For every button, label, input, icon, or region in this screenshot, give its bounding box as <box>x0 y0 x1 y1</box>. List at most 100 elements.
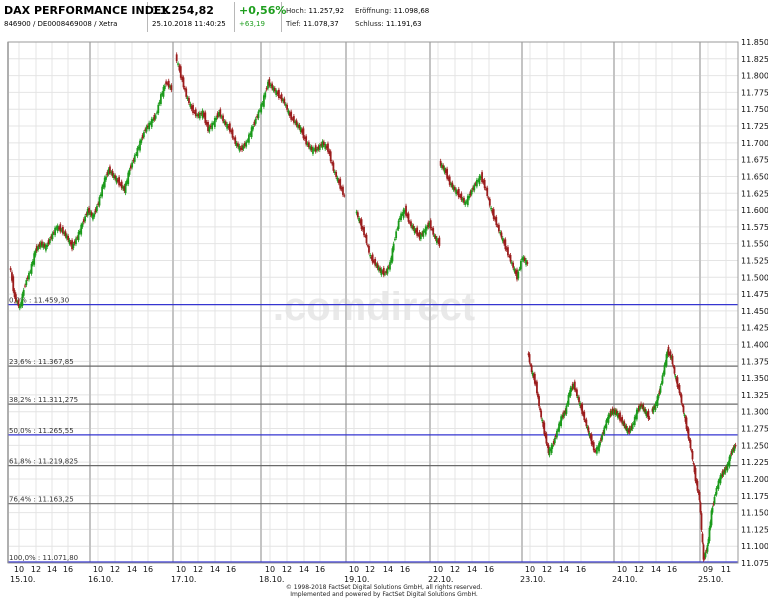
candle-body <box>573 381 576 390</box>
x-hour-label: 16 <box>226 565 236 574</box>
schluss-value: 11.191,63 <box>386 20 422 28</box>
candle-body <box>578 397 580 403</box>
candle-body <box>312 147 314 154</box>
tief-label: Tief: <box>286 20 301 28</box>
candle-body <box>639 406 641 410</box>
x-hour-label: 12 <box>193 565 203 574</box>
candle-body <box>631 424 634 430</box>
candle-body <box>277 89 280 98</box>
stats-cell: Hoch: 11.257,92 Eröffnung: 11.098,68 Tie… <box>282 2 472 32</box>
x-hour-label: 12 <box>542 565 552 574</box>
instrument-ids: 846900 / DE0008469008 / Xetra <box>4 20 118 28</box>
candle-body <box>302 128 305 139</box>
candle-body <box>81 223 84 227</box>
candle-body <box>22 289 25 296</box>
candle-body <box>163 85 166 90</box>
candle-body <box>592 442 595 451</box>
candle-body <box>248 134 250 143</box>
watermark: .comdirect <box>273 285 475 329</box>
y-tick-label: 11.500 <box>741 273 768 282</box>
x-hour-label: 12 <box>450 565 460 574</box>
candle-body <box>558 423 560 432</box>
candle-body <box>34 250 37 256</box>
candle-body <box>48 238 51 244</box>
candle-body <box>72 243 75 249</box>
candle-body <box>701 533 704 543</box>
candle-body <box>395 231 398 239</box>
y-tick-label: 11.150 <box>741 509 768 518</box>
candle-body <box>581 404 584 414</box>
instrument-header: DAX PERFORMANCE INDEX 846900 / DE0008469… <box>0 0 768 34</box>
candle-body <box>28 272 30 280</box>
candle-body <box>517 271 520 279</box>
x-hour-label: 10 <box>176 565 186 574</box>
x-hour-label: 10 <box>93 565 103 574</box>
candle-body <box>228 123 231 132</box>
instrument-name-cell: DAX PERFORMANCE INDEX 846900 / DE0008469… <box>2 2 170 32</box>
x-hour-label: 12 <box>282 565 292 574</box>
x-hour-label: 10 <box>265 565 275 574</box>
candle-body <box>536 381 538 394</box>
candle-body <box>512 262 515 268</box>
x-day-label: 19.10. <box>344 575 369 584</box>
candle-body <box>601 434 604 440</box>
candle-body <box>363 227 365 236</box>
candle-body <box>342 186 344 195</box>
y-tick-label: 11.550 <box>741 240 768 249</box>
candle-body <box>133 155 136 162</box>
candle-body <box>699 502 702 513</box>
candle-body <box>468 195 471 199</box>
x-hour-label: 11 <box>721 565 731 574</box>
price-cell: 11.254,82 25.10.2018 11:40:25 <box>148 2 235 32</box>
candle-body <box>481 172 483 182</box>
x-hour-label: 16 <box>484 565 494 574</box>
candle-body <box>77 231 80 241</box>
candle-body <box>539 408 541 411</box>
candle-body <box>335 172 338 177</box>
candle-body <box>105 176 107 180</box>
fib-level-label: 76,4% : 11.163,25 <box>9 496 74 504</box>
candle-body <box>583 411 586 421</box>
y-tick-label: 11.175 <box>741 492 768 501</box>
candle-body <box>175 54 178 62</box>
x-day-label: 24.10. <box>612 575 637 584</box>
candle-body <box>661 375 664 384</box>
candle-body <box>245 141 248 147</box>
powered-by-line: Implemented and powered by FactSet Digit… <box>290 591 478 598</box>
candle-body <box>286 104 288 110</box>
candle-body <box>457 188 460 198</box>
y-tick-label: 11.775 <box>741 88 768 97</box>
candle-body <box>327 143 329 152</box>
fib-level-label: 50,0% : 11.265,55 <box>9 427 74 435</box>
y-tick-label: 11.125 <box>741 525 768 534</box>
candle-body <box>488 198 491 206</box>
candle-body <box>242 145 245 149</box>
candle-body <box>101 186 104 197</box>
change-absolute: +63,19 <box>239 20 265 28</box>
y-tick-label: 11.350 <box>741 374 768 383</box>
candle-body <box>691 451 694 460</box>
candle-body <box>46 244 49 248</box>
y-tick-label: 11.800 <box>741 72 768 81</box>
change-percent: +0,56% <box>239 4 287 17</box>
candle-body <box>170 85 173 91</box>
y-tick-label: 11.700 <box>741 139 768 148</box>
y-tick-label: 11.225 <box>741 458 768 467</box>
candle-body <box>633 416 636 426</box>
candle-body <box>25 280 28 286</box>
fib-level-label: 38,2% : 11.311,275 <box>9 396 78 404</box>
candle-body <box>528 354 531 363</box>
x-hour-label: 12 <box>110 565 120 574</box>
candle-body <box>177 63 179 65</box>
price-chart: .comdirect 0,0% : 11.459,3023,6% : 11.36… <box>7 38 768 584</box>
copyright-footer: © 1998-2018 FactSet Digital Solutions Gm… <box>0 584 768 598</box>
x-day-label: 22.10. <box>428 575 453 584</box>
x-hour-label: 14 <box>47 565 57 574</box>
y-tick-label: 11.100 <box>741 542 768 551</box>
candle-body <box>95 206 98 212</box>
candle-body <box>140 139 143 143</box>
candle-body <box>483 179 486 189</box>
y-tick-label: 11.575 <box>741 223 768 232</box>
candle-body <box>386 267 389 274</box>
candle-body <box>215 117 218 121</box>
